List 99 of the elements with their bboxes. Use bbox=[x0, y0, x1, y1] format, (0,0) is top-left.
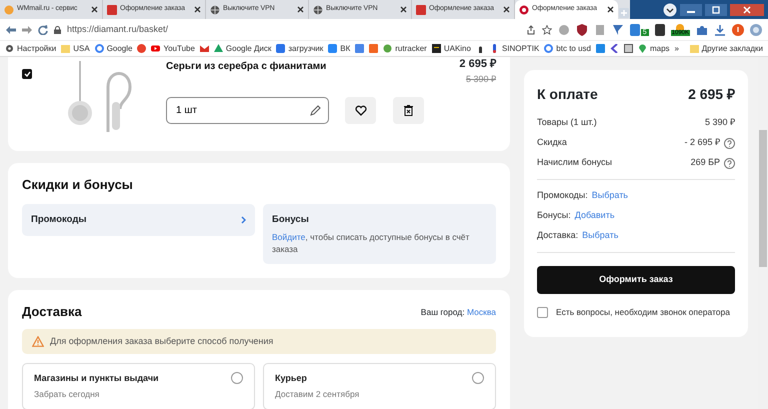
summary-value: 269 БР bbox=[690, 156, 720, 170]
summary-title: К оплате bbox=[537, 85, 598, 104]
favicon-icon bbox=[519, 4, 529, 14]
close-icon[interactable] bbox=[607, 6, 614, 13]
notification-icon[interactable] bbox=[732, 24, 744, 36]
globe-icon[interactable] bbox=[558, 24, 570, 36]
product-name[interactable]: Серьги из серебра с фианитами bbox=[166, 59, 450, 74]
delivery-option[interactable]: Магазины и пункты выдачи Забрать сегодня bbox=[22, 363, 255, 409]
bookmark-link[interactable]: Настройки bbox=[17, 42, 56, 54]
avatar-icon[interactable] bbox=[750, 24, 762, 36]
option-subtitle: Забрать сегодня bbox=[34, 388, 100, 401]
select-link[interactable]: Выбрать bbox=[582, 229, 618, 243]
bookmark-link[interactable]: ВК bbox=[340, 42, 350, 54]
pencil-icon bbox=[310, 105, 321, 116]
bookmark-link[interactable]: UAKino bbox=[444, 42, 471, 54]
favicon-icon[interactable] bbox=[432, 44, 441, 53]
bookmark-link[interactable]: btc to usd bbox=[556, 42, 591, 54]
summary-label: Начислим бонусы bbox=[537, 156, 612, 170]
close-icon[interactable] bbox=[91, 6, 98, 13]
mail-icon[interactable] bbox=[200, 44, 209, 53]
play-icon[interactable] bbox=[151, 44, 160, 53]
summary-value: - 2 695 ₽ bbox=[684, 136, 720, 150]
close-icon[interactable] bbox=[400, 6, 407, 13]
checkout-button[interactable]: Оформить заказ bbox=[537, 266, 735, 294]
summary-value: 5 390 ₽ bbox=[704, 116, 735, 130]
bookmark-link[interactable]: USA bbox=[73, 42, 90, 54]
close-icon[interactable] bbox=[297, 6, 304, 13]
delivery-option[interactable]: Курьер Доставим 2 сентября bbox=[263, 363, 496, 409]
bookmark-link[interactable]: загрузчик bbox=[288, 42, 324, 54]
old-price: 5 390 ₽ bbox=[466, 73, 496, 86]
trash-icon bbox=[404, 105, 413, 116]
radio-button[interactable] bbox=[472, 372, 484, 384]
summary-label: Бонусы: bbox=[537, 209, 571, 222]
section-title: Доставка bbox=[22, 303, 82, 322]
reload-icon[interactable] bbox=[38, 24, 48, 34]
checkbox-label: Есть вопросы, необходим звонок оператора bbox=[556, 306, 730, 319]
delete-button[interactable] bbox=[393, 97, 424, 124]
option-title: Курьер bbox=[275, 372, 308, 386]
price: 2 695 ₽ bbox=[459, 59, 496, 70]
bookmark-link[interactable]: rutracker bbox=[395, 42, 427, 54]
chevron-right-icon bbox=[241, 216, 246, 224]
tile-title: Промокоды bbox=[31, 212, 86, 226]
radio-button[interactable] bbox=[231, 372, 243, 384]
bookmark-link[interactable]: Google Диск bbox=[226, 42, 272, 54]
favicon-icon[interactable] bbox=[624, 44, 633, 53]
maximize-icon[interactable] bbox=[705, 4, 727, 16]
minimize-icon[interactable] bbox=[680, 4, 702, 16]
profile-icon[interactable] bbox=[663, 2, 677, 16]
globe-icon bbox=[210, 4, 220, 14]
star-icon[interactable] bbox=[542, 24, 552, 34]
warning-icon bbox=[32, 336, 44, 348]
chevron-icon[interactable] bbox=[610, 44, 619, 53]
bookmark-link[interactable]: Google bbox=[106, 42, 132, 54]
favicon-icon bbox=[4, 4, 14, 14]
gear-icon[interactable] bbox=[5, 44, 14, 53]
share-icon[interactable] bbox=[526, 24, 536, 34]
close-icon[interactable] bbox=[194, 6, 201, 13]
summary-label: Промокоды: bbox=[537, 189, 588, 202]
forward-icon[interactable] bbox=[22, 26, 32, 34]
funnel-icon[interactable] bbox=[612, 24, 624, 36]
shield-icon[interactable] bbox=[576, 24, 588, 36]
select-link[interactable]: Добавить bbox=[574, 209, 615, 223]
summary-label: Доставка: bbox=[537, 229, 578, 242]
bookmark-link[interactable]: maps bbox=[650, 42, 670, 54]
summary-label: Скидка bbox=[537, 136, 567, 150]
bookmark-link[interactable]: YouTube bbox=[163, 42, 195, 54]
total-price: 2 695 ₽ bbox=[688, 85, 735, 104]
quantity-field[interactable]: 1 шт bbox=[166, 97, 329, 124]
scrollbar-thumb[interactable] bbox=[759, 130, 767, 267]
city-link[interactable]: Москва bbox=[466, 306, 496, 317]
extension-icon[interactable] bbox=[654, 24, 665, 36]
map-pin-icon[interactable] bbox=[638, 44, 647, 53]
select-link[interactable]: Выбрать bbox=[592, 189, 628, 203]
section-title: Скидки и бонусы bbox=[22, 176, 134, 194]
triangle-icon[interactable] bbox=[214, 44, 223, 53]
favicon-icon bbox=[107, 4, 117, 14]
more-bookmarks-button[interactable]: » bbox=[674, 42, 679, 54]
favicon-icon bbox=[416, 4, 426, 14]
login-link[interactable]: Войдите bbox=[272, 232, 306, 242]
close-icon[interactable] bbox=[503, 6, 510, 13]
promo-code-tile[interactable]: Промокоды bbox=[22, 204, 255, 236]
tile-title: Бонусы bbox=[272, 212, 310, 226]
back-icon[interactable] bbox=[6, 26, 16, 34]
summary-label: Товары (1 шт.) bbox=[537, 116, 597, 130]
bookmark-link[interactable]: SINOPTIK bbox=[502, 42, 540, 54]
favorite-button[interactable] bbox=[345, 97, 376, 124]
globe-icon bbox=[313, 4, 323, 14]
city-label: Ваш город: Москва bbox=[420, 306, 496, 318]
item-checkbox[interactable] bbox=[22, 69, 32, 79]
warning-text: Для оформления заказа выберите способ получения bbox=[50, 334, 274, 348]
download-icon[interactable] bbox=[714, 24, 726, 36]
address-field[interactable]: https://diamant.ru/basket/ bbox=[67, 22, 520, 36]
bookmark-link[interactable]: Другие закладки bbox=[702, 42, 763, 54]
checkbox[interactable] bbox=[537, 307, 548, 318]
option-title: Магазины и пункты выдачи bbox=[34, 372, 159, 386]
heart-icon bbox=[354, 105, 366, 116]
option-subtitle: Доставим 2 сентября bbox=[275, 388, 360, 401]
close-icon[interactable] bbox=[730, 4, 764, 16]
bonus-text: Войдите, чтобы списать доступные бонусы в счёт заказа bbox=[272, 230, 470, 256]
